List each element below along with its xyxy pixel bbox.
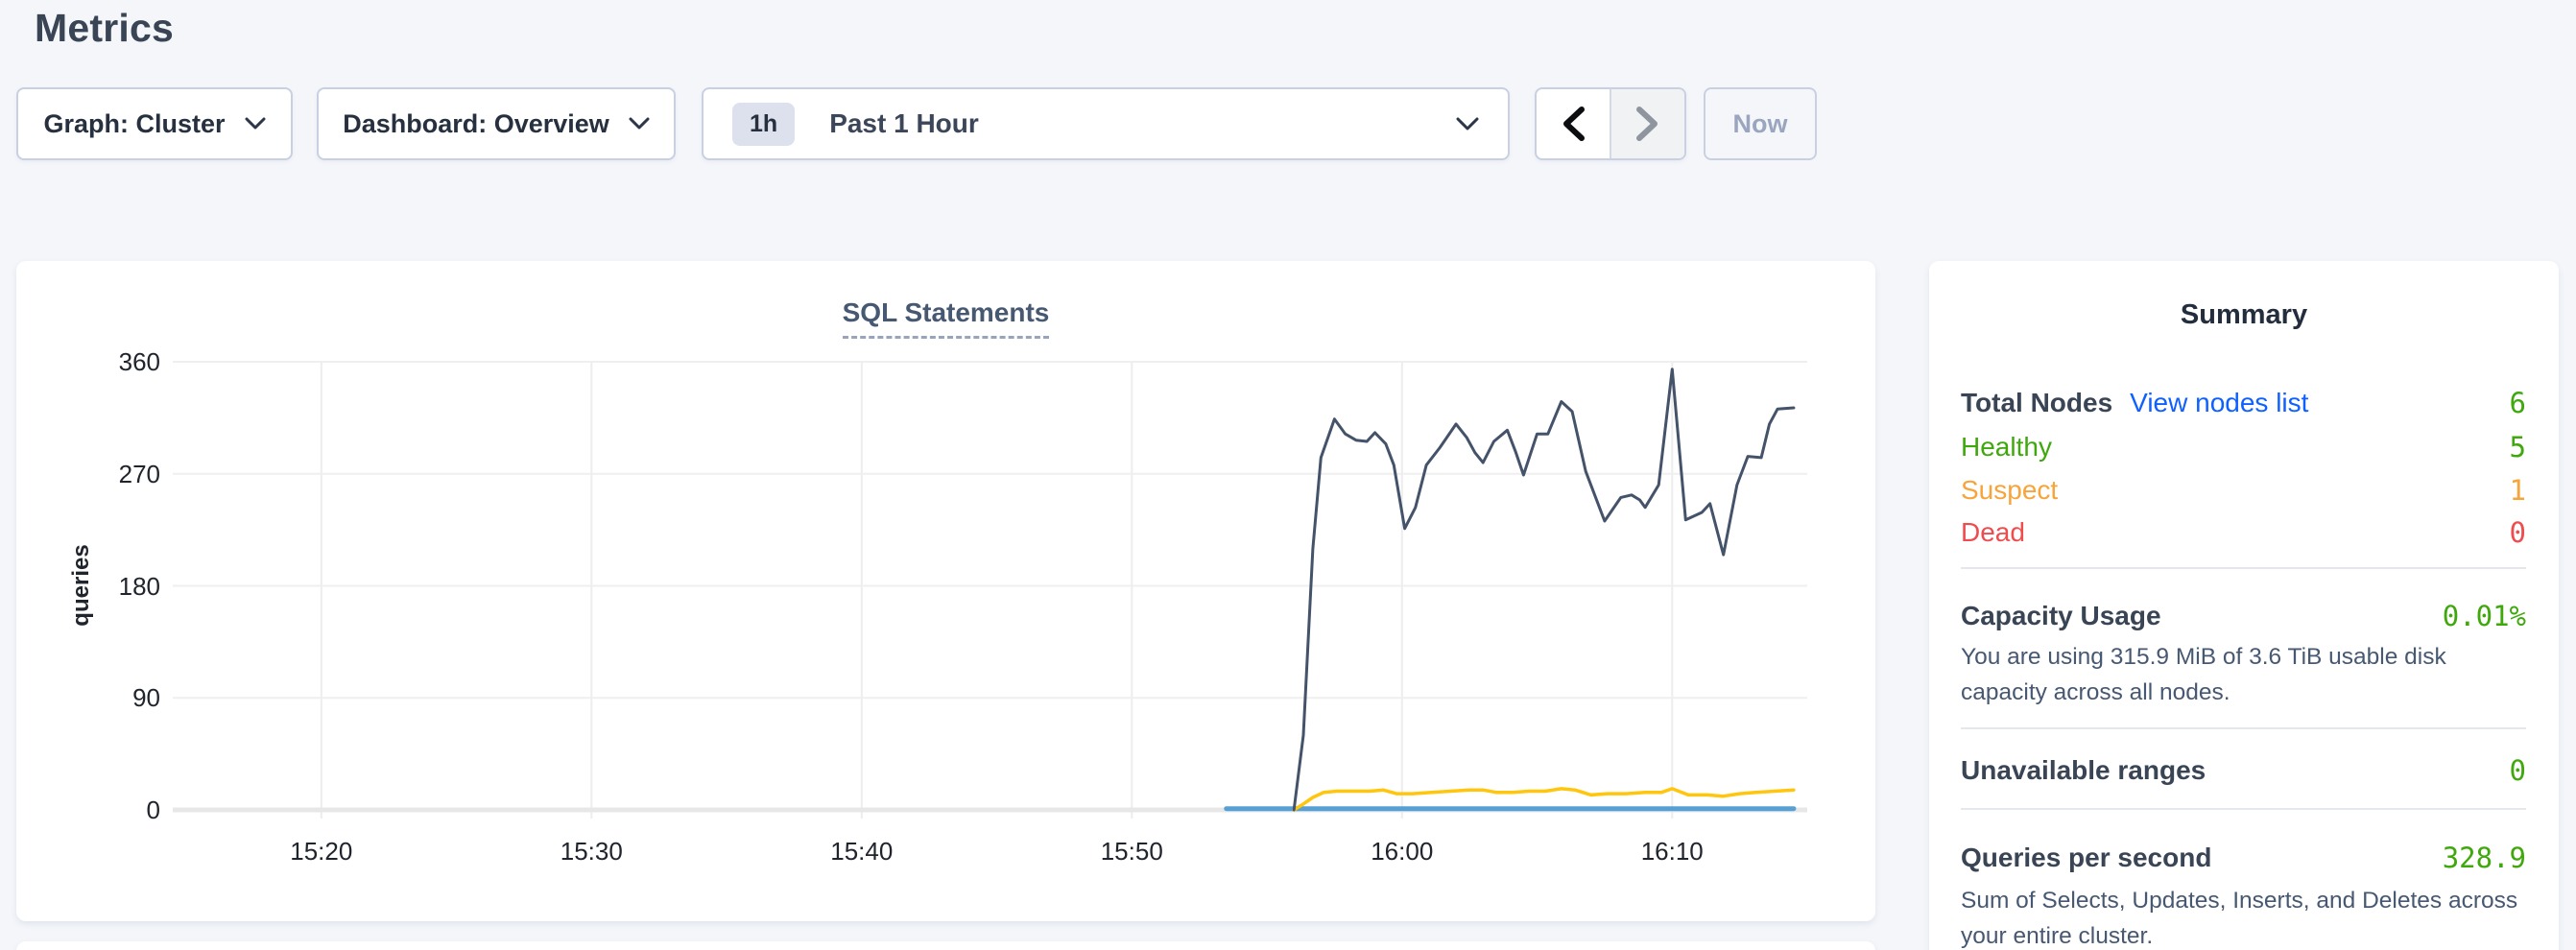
page-title: Metrics bbox=[35, 6, 174, 51]
total-nodes-label: Total Nodes bbox=[1961, 388, 2112, 418]
capacity-usage-row: Capacity Usage 0.01% bbox=[1961, 599, 2526, 633]
x-tick-label: 15:40 bbox=[804, 837, 919, 867]
y-axis-label: queries bbox=[68, 544, 95, 626]
series-dark-blue-line bbox=[1294, 369, 1794, 810]
queries-per-second-value: 328.9 bbox=[2443, 842, 2526, 874]
healthy-value: 5 bbox=[2510, 431, 2526, 463]
y-tick-label: 90 bbox=[55, 681, 160, 714]
sql-statements-chart-card: SQL Statements 09018027036015:2015:3015:… bbox=[16, 261, 1875, 921]
time-range-selector[interactable]: 1h Past 1 Hour bbox=[702, 87, 1510, 160]
dashboard-dropdown[interactable]: Dashboard: Overview bbox=[317, 87, 676, 160]
dead-value: 0 bbox=[2510, 516, 2526, 549]
dead-nodes-row: Dead 0 bbox=[1961, 515, 2526, 550]
queries-per-second-row: Queries per second 328.9 bbox=[1961, 841, 2526, 875]
chevron-down-icon bbox=[629, 117, 650, 131]
summary-title: Summary bbox=[1929, 299, 2559, 331]
capacity-usage-label: Capacity Usage bbox=[1961, 601, 2161, 631]
queries-per-second-description: Sum of Selects, Updates, Inserts, and De… bbox=[1961, 883, 2533, 950]
time-range-badge: 1h bbox=[732, 103, 795, 146]
chevron-down-icon bbox=[245, 117, 266, 131]
chevron-left-icon bbox=[1561, 106, 1586, 142]
capacity-usage-description: You are using 315.9 MiB of 3.6 TiB usabl… bbox=[1961, 639, 2533, 710]
next-chart-card-partial bbox=[16, 941, 1875, 950]
x-tick-label: 16:00 bbox=[1345, 837, 1460, 867]
time-pager bbox=[1535, 87, 1686, 160]
total-nodes-row: Total Nodes View nodes list 6 bbox=[1961, 386, 2526, 420]
x-tick-label: 16:10 bbox=[1614, 837, 1729, 867]
y-tick-label: 360 bbox=[55, 345, 160, 378]
graph-dropdown-label: Graph: Cluster bbox=[43, 109, 225, 139]
divider bbox=[1961, 567, 2526, 569]
divider bbox=[1961, 727, 2526, 729]
healthy-nodes-row: Healthy 5 bbox=[1961, 430, 2526, 464]
suspect-value: 1 bbox=[2510, 474, 2526, 507]
x-tick-label: 15:50 bbox=[1074, 837, 1189, 867]
summary-panel: Summary Total Nodes View nodes list 6 He… bbox=[1929, 261, 2559, 950]
view-nodes-list-link[interactable]: View nodes list bbox=[2130, 388, 2308, 418]
total-nodes-value: 6 bbox=[2510, 387, 2526, 419]
suspect-label: Suspect bbox=[1961, 475, 2058, 506]
next-timeframe-button[interactable] bbox=[1610, 89, 1684, 158]
time-range-label: Past 1 Hour bbox=[829, 108, 979, 139]
now-button[interactable]: Now bbox=[1704, 87, 1817, 160]
unavailable-ranges-value: 0 bbox=[2510, 754, 2526, 787]
healthy-label: Healthy bbox=[1961, 432, 2052, 463]
chevron-down-icon bbox=[1456, 117, 1479, 131]
capacity-usage-value: 0.01% bbox=[2443, 600, 2526, 632]
divider bbox=[1961, 808, 2526, 810]
queries-per-second-label: Queries per second bbox=[1961, 843, 2211, 873]
chart-canvas[interactable] bbox=[16, 261, 1875, 921]
unavailable-ranges-row: Unavailable ranges 0 bbox=[1961, 753, 2526, 788]
y-tick-label: 270 bbox=[55, 458, 160, 490]
y-tick-label: 0 bbox=[55, 794, 160, 826]
previous-timeframe-button[interactable] bbox=[1537, 89, 1610, 158]
chevron-right-icon bbox=[1635, 106, 1660, 142]
x-tick-label: 15:30 bbox=[534, 837, 649, 867]
graph-dropdown[interactable]: Graph: Cluster bbox=[16, 87, 293, 160]
unavailable-ranges-label: Unavailable ranges bbox=[1961, 755, 2206, 786]
suspect-nodes-row: Suspect 1 bbox=[1961, 473, 2526, 508]
x-tick-label: 15:20 bbox=[264, 837, 379, 867]
dead-label: Dead bbox=[1961, 517, 2025, 548]
dashboard-dropdown-label: Dashboard: Overview bbox=[343, 109, 609, 139]
